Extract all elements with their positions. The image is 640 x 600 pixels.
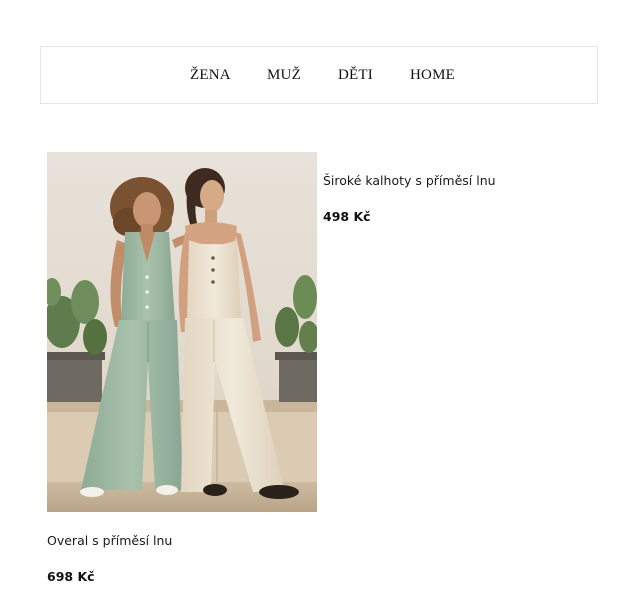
nav-link-zena[interactable]: ŽENA bbox=[190, 65, 231, 85]
product-price: 698 Kč bbox=[47, 569, 95, 584]
product-name[interactable]: Široké kalhoty s příměsí lnu bbox=[323, 173, 496, 189]
nav-link-deti[interactable]: DĚTI bbox=[338, 65, 373, 85]
top-navigation: ŽENA MUŽ DĚTI HOME bbox=[40, 46, 598, 104]
product-name[interactable]: Overal s příměsí lnu bbox=[47, 533, 172, 549]
nav-link-muz[interactable]: MUŽ bbox=[267, 65, 301, 85]
product-image-models-linen-outfits[interactable] bbox=[47, 152, 317, 512]
product-price: 498 Kč bbox=[323, 209, 371, 224]
nav-link-home[interactable]: HOME bbox=[410, 65, 455, 85]
